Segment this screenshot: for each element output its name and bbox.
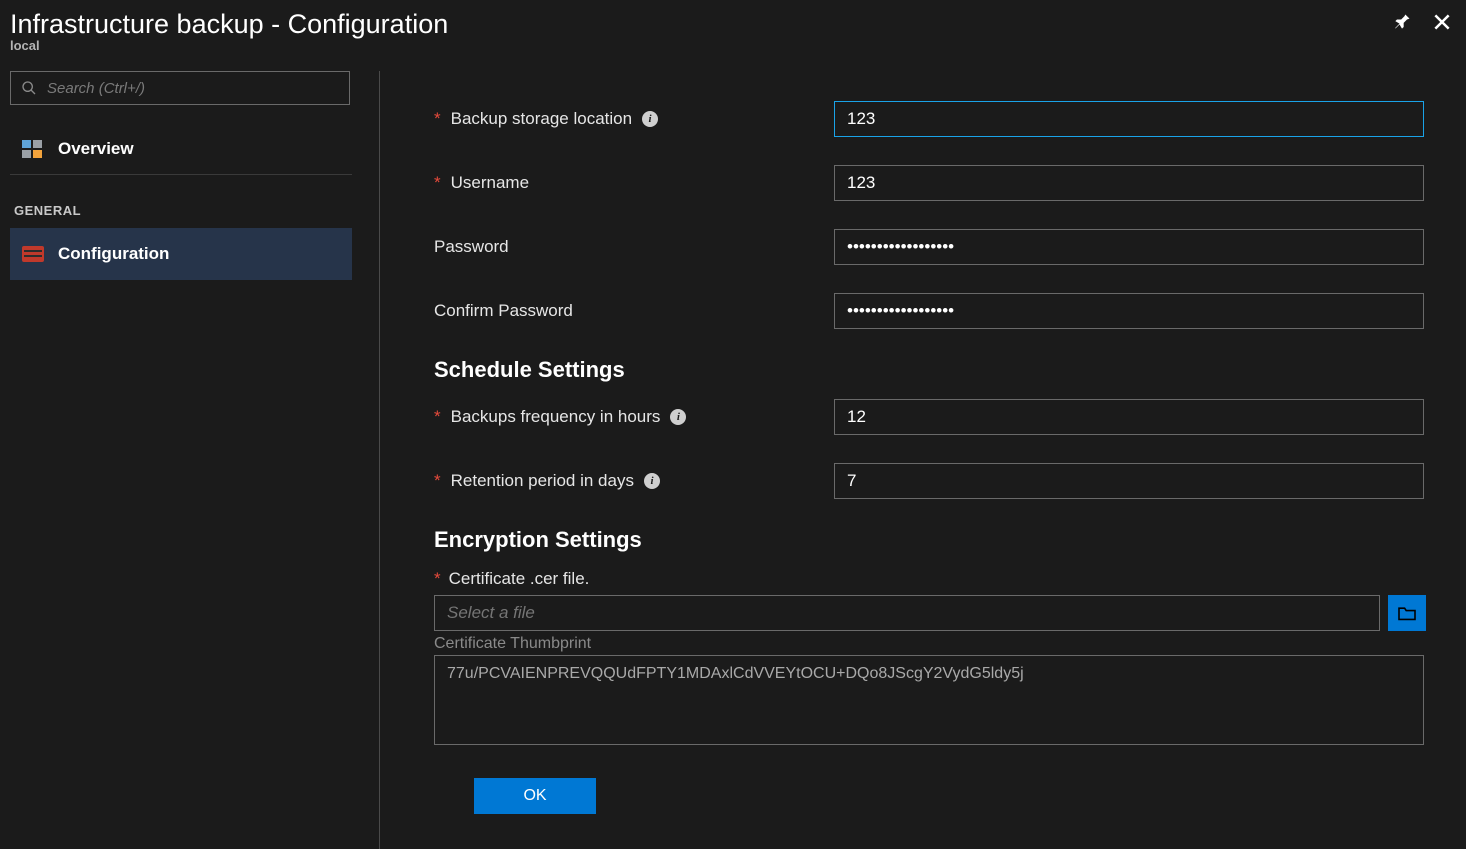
required-mark: * (434, 173, 441, 193)
label-backup-location: Backup storage location (451, 109, 632, 129)
sidebar-item-label: Overview (58, 139, 134, 159)
encryption-settings-heading: Encryption Settings (434, 527, 1426, 553)
required-mark: * (434, 569, 441, 589)
label-retention: Retention period in days (451, 471, 634, 491)
pin-icon[interactable] (1392, 12, 1412, 37)
frequency-input[interactable] (834, 399, 1424, 435)
username-input[interactable] (834, 165, 1424, 201)
cert-file-input[interactable] (434, 595, 1380, 631)
password-input[interactable] (834, 229, 1424, 265)
search-icon (21, 80, 37, 96)
confirm-password-input[interactable] (834, 293, 1424, 329)
page-subtitle: local (10, 38, 448, 53)
sidebar-section-general: GENERAL (14, 203, 379, 218)
sidebar-item-overview[interactable]: Overview (10, 123, 352, 175)
label-confirm-password: Confirm Password (434, 301, 573, 321)
label-frequency: Backups frequency in hours (451, 407, 661, 427)
info-icon[interactable]: i (642, 111, 658, 127)
retention-input[interactable] (834, 463, 1424, 499)
required-mark: * (434, 471, 441, 491)
thumbprint-textarea (434, 655, 1424, 745)
info-icon[interactable]: i (644, 473, 660, 489)
schedule-settings-heading: Schedule Settings (434, 357, 1426, 383)
close-icon[interactable] (1432, 12, 1452, 37)
sidebar-item-label: Configuration (58, 244, 169, 264)
label-username: Username (451, 173, 529, 193)
sidebar-item-configuration[interactable]: Configuration (10, 228, 352, 280)
ok-button[interactable]: OK (474, 778, 596, 814)
label-password: Password (434, 237, 509, 257)
label-cert-file: Certificate .cer file. (449, 569, 590, 589)
sidebar: Overview GENERAL Configuration (0, 71, 380, 849)
folder-icon (1397, 605, 1417, 621)
required-mark: * (434, 109, 441, 129)
search-box[interactable] (10, 71, 350, 105)
required-mark: * (434, 407, 441, 427)
backup-location-input[interactable] (834, 101, 1424, 137)
info-icon[interactable]: i (670, 409, 686, 425)
search-input[interactable] (47, 80, 339, 97)
configuration-icon (22, 245, 44, 263)
main-panel: * Backup storage location i * Username P… (380, 71, 1466, 849)
label-thumbprint: Certificate Thumbprint (434, 635, 1426, 653)
page-title: Infrastructure backup - Configuration (10, 8, 448, 40)
overview-icon (22, 140, 44, 158)
browse-file-button[interactable] (1388, 595, 1426, 631)
